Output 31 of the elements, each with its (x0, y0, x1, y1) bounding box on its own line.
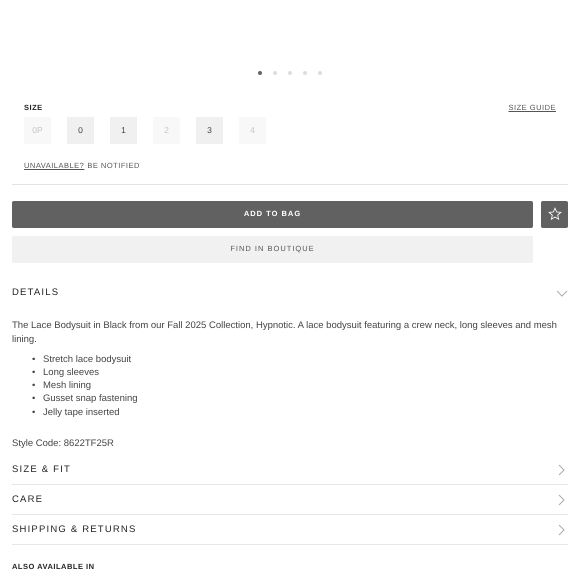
carousel-dot[interactable] (273, 71, 277, 75)
carousel-dot[interactable] (288, 71, 292, 75)
bullet-marker: • (32, 379, 36, 392)
accordion-header[interactable]: DETAILS (12, 278, 568, 308)
carousel-dot[interactable] (303, 71, 307, 75)
size-option[interactable]: 0 (67, 117, 94, 144)
section-title: CARE (12, 492, 44, 507)
bullet-marker: • (32, 352, 36, 366)
favorite-button[interactable] (541, 200, 568, 228)
star-icon (548, 207, 562, 221)
accordion-header[interactable]: SHIPPING & RETURNS (12, 515, 568, 546)
bullet-item: Mesh lining (43, 379, 92, 392)
carousel-dot[interactable] (258, 71, 262, 75)
chevron-icon (556, 288, 568, 300)
bullet-marker: • (32, 406, 36, 419)
bullet-item: Jelly tape inserted (43, 406, 120, 419)
bullet-marker: • (32, 392, 36, 406)
accordion-header[interactable]: CARE (12, 485, 568, 516)
section-title: DETAILS (12, 286, 60, 300)
bullet-item: Gusset snap fastening (43, 392, 138, 406)
accordion-header[interactable]: SIZE & FIT (12, 455, 568, 486)
section-title: SHIPPING & RETURNS (12, 522, 137, 537)
description-text: The Lace Bodysuit in Black from our Fall 2025 Collection, Hypnotic. A lace bodysuit featuring a crew neck, long sleeves and mesh lining. (12, 318, 558, 346)
section-title: SIZE & FIT (12, 462, 71, 477)
bullet-item: Stretch lace bodysuit (43, 352, 132, 366)
bullet-item: Long sleeves (43, 366, 99, 380)
size-option[interactable]: 3 (196, 117, 223, 144)
size-option[interactable]: 1 (110, 117, 137, 144)
style-code: Style Code: 8622TF25R (12, 436, 115, 451)
bullet-marker: • (32, 366, 36, 380)
carousel-dot[interactable] (318, 71, 322, 75)
